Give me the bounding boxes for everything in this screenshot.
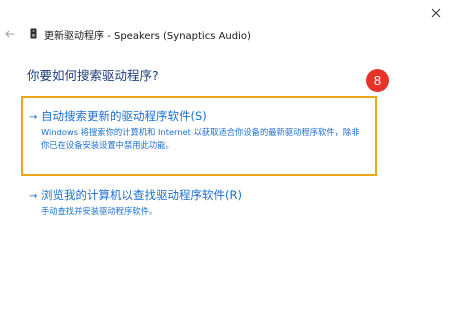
option-description: 手动查找并安装驱动程序软件。 [41, 206, 158, 216]
option-auto-search[interactable]: → 自动搜索更新的驱动程序软件(S) Windows 将搜索你的计算机和 Int… [29, 108, 366, 152]
close-button[interactable] [426, 4, 446, 22]
arrow-left-icon [5, 30, 14, 38]
close-icon [431, 8, 441, 18]
back-button[interactable] [3, 27, 17, 41]
option-title: 自动搜索更新的驱动程序软件(S) [41, 109, 207, 123]
page-heading: 你要如何搜索驱动程序? [27, 68, 159, 83]
option-browse-computer[interactable]: → 浏览我的计算机以查找驱动程序软件(R) 手动查找并安装驱动程序软件。 [29, 187, 242, 218]
step-number-badge: 8 [366, 69, 389, 92]
option-description: Windows 将搜索你的计算机和 Internet 以获取适合你设备的最新驱动… [41, 127, 360, 150]
arrow-right-icon: → [29, 191, 38, 202]
window-title: 更新驱动程序 - Speakers (Synaptics Audio) [44, 31, 251, 42]
speaker-device-icon [30, 28, 37, 39]
arrow-right-icon: → [29, 112, 38, 123]
option-title: 浏览我的计算机以查找驱动程序软件(R) [41, 188, 242, 202]
